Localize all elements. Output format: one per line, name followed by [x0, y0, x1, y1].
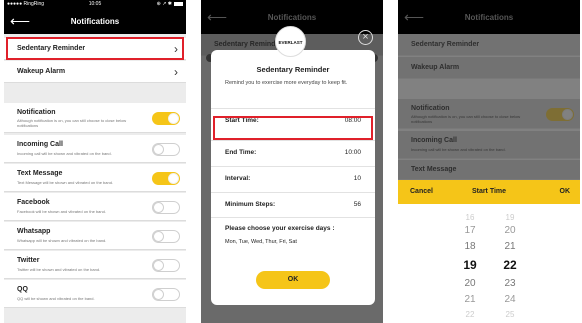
minute-option-selected: 22: [503, 258, 517, 272]
notification-toggle[interactable]: [152, 112, 180, 125]
hour-option: 18: [464, 241, 476, 252]
minute-option: 24: [504, 294, 516, 305]
minute-option: 19: [505, 213, 515, 222]
picker-toolbar: Cancel Start Time OK: [398, 180, 580, 204]
notification-desc: Incoming call will be shown and vibrated…: [17, 151, 112, 156]
minimum-steps-row[interactable]: Minimum Steps: 56: [211, 192, 375, 217]
close-icon[interactable]: ×: [358, 30, 373, 45]
row-label: End Time:: [225, 149, 257, 156]
notification-title: Facebook: [17, 199, 50, 206]
sedentary-dialog-screen: ⟵ Notifications Sedentary Reminder Seden…: [201, 0, 383, 323]
notification-title: Notification: [17, 109, 56, 116]
notification-title: QQ: [17, 286, 28, 293]
text-message-toggle[interactable]: [152, 172, 180, 185]
hour-option: 22: [465, 310, 475, 319]
row-label: Interval:: [225, 175, 251, 182]
notification-desc: Text Message will be shown and vibrated …: [17, 180, 114, 185]
status-bar: ●●●●● RingRing 10:05 ⊕ ↗ ✱: [4, 0, 186, 9]
notification-row: Notification Although notification is on…: [4, 103, 186, 133]
page-title: Notifications: [70, 17, 120, 26]
text-message-row: Text Message Text Message will be shown …: [4, 164, 186, 192]
hour-option: 20: [464, 278, 476, 289]
everlast-logo: EVERLAST: [275, 26, 306, 57]
divider: [211, 217, 375, 218]
whatsapp-toggle[interactable]: [152, 230, 180, 243]
page-title: Notifications: [464, 13, 514, 22]
days-list[interactable]: Mon, Tue, Wed, Thur, Fri, Sat: [225, 239, 297, 245]
page-title: Notifications: [267, 13, 317, 22]
whatsapp-row: Whatsapp Whatsapp will be shown and vibr…: [4, 222, 186, 250]
menu-item-wakeup-alarm[interactable]: Wakeup Alarm ›: [4, 61, 186, 83]
notification-desc: Whatsapp will be shown and vibrated on t…: [17, 238, 107, 243]
incoming-call-row: Incoming Call Incoming call will be show…: [4, 135, 186, 163]
status-icons: ⊕ ↗ ✱: [157, 0, 183, 9]
minute-option: 21: [504, 241, 516, 252]
highlight-box: [6, 37, 184, 60]
nav-bar: ⟵ Notifications: [4, 9, 186, 34]
time-picker[interactable]: 16 17 18 19 20 21 22 19 20 21 22 23 24 2…: [398, 204, 580, 323]
chevron-right-icon: ›: [174, 65, 178, 79]
facebook-row: Facebook Facebook will be shown and vibr…: [4, 193, 186, 221]
picker-title: Start Time: [471, 188, 507, 195]
hour-option: 17: [464, 225, 476, 236]
notification-desc: QQ will be shown and vibrated on the ban…: [17, 296, 95, 301]
qq-row: QQ QQ will be shown and vibrated on the …: [4, 280, 186, 308]
notification-title: Twitter: [17, 257, 40, 264]
highlight-box: [213, 116, 373, 140]
twitter-row: Twitter Twitter will be shown and vibrat…: [4, 251, 186, 279]
notification-title: Incoming Call: [17, 141, 63, 148]
hour-option: 21: [464, 294, 476, 305]
sedentary-dialog: Sedentary Reminder Remind you to exercis…: [211, 50, 375, 305]
row-label: Minimum Steps:: [225, 201, 276, 208]
dialog-message: Remind you to exercise more everyday to …: [225, 80, 348, 86]
row-value: 10:00: [344, 149, 361, 156]
hour-option-selected: 19: [463, 258, 477, 272]
incoming-call-toggle[interactable]: [152, 143, 180, 156]
twitter-toggle[interactable]: [152, 259, 180, 272]
notification-desc: Facebook will be shown and vibrated on t…: [17, 209, 106, 214]
notification-title: Text Message: [17, 170, 63, 177]
time-picker-screen: ⟵ Notifications Sedentary Reminder Wakeu…: [398, 0, 580, 323]
end-time-row[interactable]: End Time: 10:00: [211, 140, 375, 165]
qq-toggle[interactable]: [152, 288, 180, 301]
nav-bar: ⟵ Notifications: [398, 0, 580, 34]
interval-row[interactable]: Interval: 10: [211, 166, 375, 191]
notification-desc: Twitter will be shown and vibrated on th…: [17, 267, 101, 272]
battery-icon: [174, 1, 183, 6]
menu-item-label: Wakeup Alarm: [17, 68, 66, 75]
minute-option: 25: [505, 310, 515, 319]
row-value: 10: [353, 175, 361, 182]
notification-title: Whatsapp: [17, 228, 51, 235]
dialog-title: Sedentary Reminder: [256, 65, 330, 74]
ok-button[interactable]: OK: [256, 271, 330, 289]
row-value: 56: [353, 201, 361, 208]
facebook-toggle[interactable]: [152, 201, 180, 214]
notification-desc: Although notification is on, you can sti…: [17, 118, 127, 128]
notifications-screen: ●●●●● RingRing 10:05 ⊕ ↗ ✱ ⟵ Notificatio…: [4, 0, 186, 323]
minute-option: 23: [504, 278, 516, 289]
ok-button[interactable]: OK: [560, 188, 571, 195]
minute-option: 20: [504, 225, 516, 236]
hour-option: 16: [465, 213, 475, 222]
days-question: Please choose your exercise days :: [225, 225, 335, 232]
